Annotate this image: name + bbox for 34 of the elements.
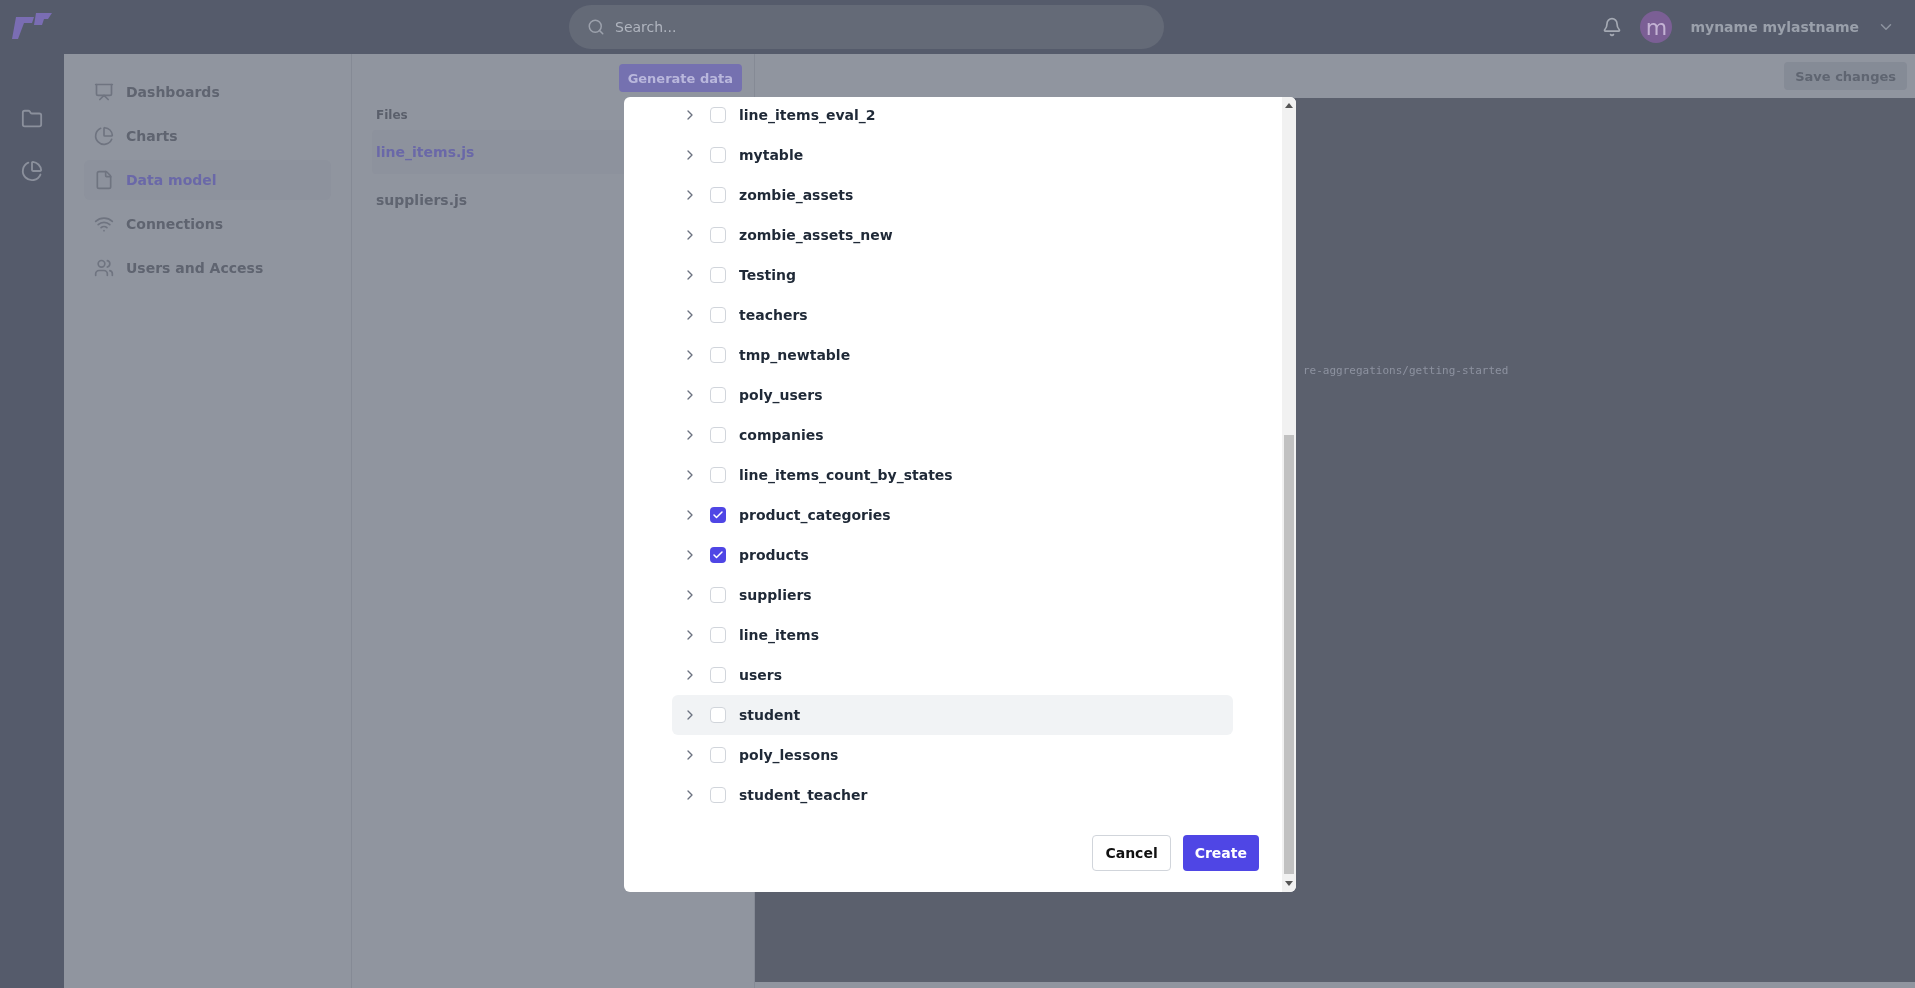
- bell-icon[interactable]: [1602, 17, 1623, 37]
- checkbox[interactable]: [710, 507, 726, 523]
- checkbox[interactable]: [710, 227, 726, 243]
- chart-icon[interactable]: [21, 160, 43, 182]
- checkbox[interactable]: [710, 587, 726, 603]
- checkbox[interactable]: [710, 187, 726, 203]
- checkbox[interactable]: [710, 667, 726, 683]
- checkbox[interactable]: [710, 347, 726, 363]
- file-icon: [94, 170, 114, 190]
- checkbox[interactable]: [710, 467, 726, 483]
- wifi-icon: [94, 214, 114, 234]
- checkbox[interactable]: [710, 747, 726, 763]
- checkmark-icon: [712, 549, 724, 561]
- checkbox[interactable]: [710, 267, 726, 283]
- presentation-board-icon: [94, 82, 114, 102]
- search-icon: [587, 18, 605, 36]
- checkbox[interactable]: [710, 107, 726, 123]
- checkbox[interactable]: [710, 387, 726, 403]
- checkbox[interactable]: [710, 307, 726, 323]
- folder-icon[interactable]: [21, 108, 43, 130]
- cancel-button[interactable]: Cancel: [1092, 835, 1171, 871]
- checkbox[interactable]: [710, 627, 726, 643]
- scrollbar[interactable]: [1282, 97, 1296, 892]
- create-button[interactable]: Create: [1182, 835, 1259, 871]
- search-field[interactable]: Search...: [569, 5, 1164, 49]
- checkmark-icon: [712, 509, 724, 521]
- checkbox[interactable]: [710, 787, 726, 803]
- pie-chart-icon: [94, 126, 114, 146]
- checkbox[interactable]: [710, 547, 726, 563]
- checkbox[interactable]: [710, 707, 726, 723]
- table-row[interactable]: student: [672, 695, 1233, 735]
- users-icon: [94, 258, 114, 278]
- checkbox[interactable]: [710, 427, 726, 443]
- checkbox[interactable]: [710, 147, 726, 163]
